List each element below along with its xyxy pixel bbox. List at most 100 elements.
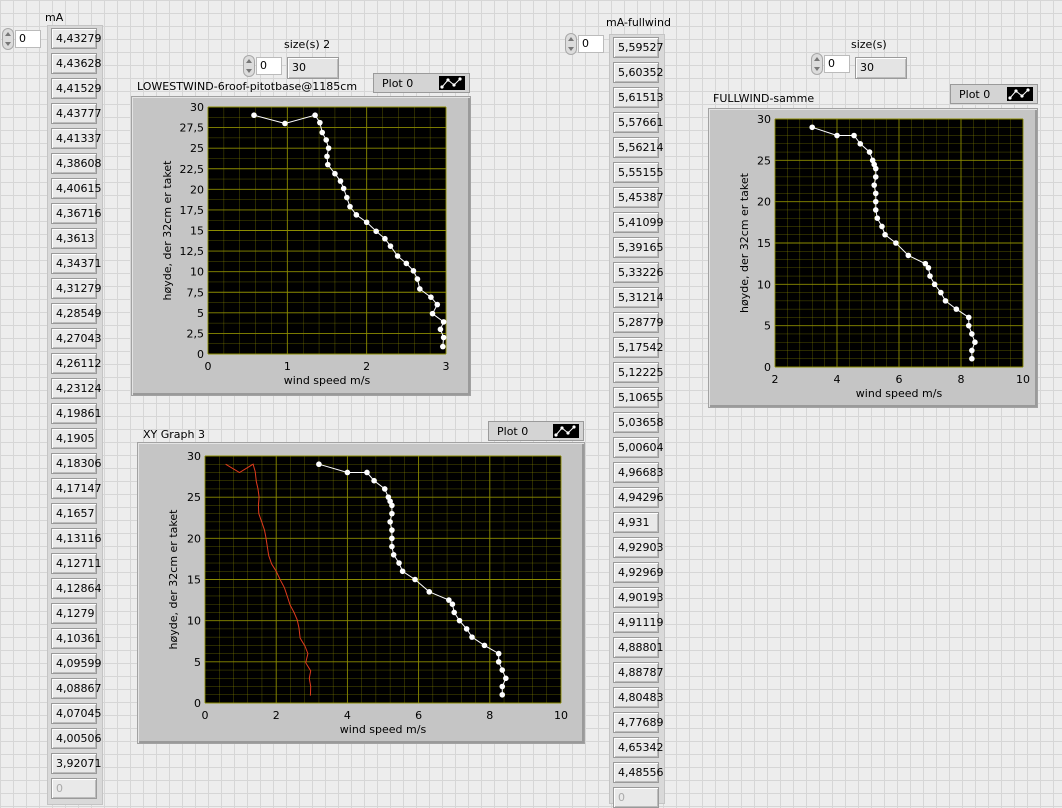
y-tick-label: 20: [187, 532, 201, 545]
array-element[interactable]: 5,61513: [613, 87, 664, 108]
increment-decrement-icon[interactable]: [2, 28, 14, 50]
array-element[interactable]: 5,33226: [613, 262, 664, 283]
increment-decrement-icon[interactable]: [811, 53, 823, 75]
x-tick-label: 2: [363, 360, 370, 373]
array-element[interactable]: 4,26112: [51, 353, 102, 374]
array-element[interactable]: 4,19861: [51, 403, 102, 424]
array-element[interactable]: 4,88801: [613, 637, 664, 658]
graph1-plot-legend[interactable]: Plot 0: [373, 73, 470, 93]
array-element[interactable]: 4,43628: [51, 53, 102, 74]
array-element[interactable]: 4,12864: [51, 578, 102, 599]
array-element[interactable]: 5,31214: [613, 287, 664, 308]
increment-decrement-icon[interactable]: [243, 55, 255, 77]
array-element[interactable]: 4,43279: [51, 28, 102, 49]
array-element[interactable]: 5,41099: [613, 212, 664, 233]
array-element[interactable]: 4,07045: [51, 703, 102, 724]
array-element[interactable]: 4,00506: [51, 728, 102, 749]
array-element[interactable]: 4,10361: [51, 628, 102, 649]
array-element[interactable]: 5,59527: [613, 37, 664, 58]
array-element[interactable]: 5,10655: [613, 387, 664, 408]
array-element[interactable]: 4,92903: [613, 537, 664, 558]
array-element[interactable]: 4,77689: [613, 712, 664, 733]
data-point: [437, 326, 444, 333]
data-point: [495, 659, 502, 665]
array-element[interactable]: 4,13116: [51, 528, 102, 549]
graph3-chart[interactable]: 0 5 10 15 20 25 30 0 2 4 6 8 10 wind speed m/s høyde, …: [137, 442, 585, 744]
left-array-index[interactable]: 0: [15, 30, 41, 48]
increment-decrement-icon[interactable]: [565, 33, 577, 55]
graph3-plot-legend[interactable]: Plot 0: [488, 421, 584, 441]
array-element[interactable]: 4,90193: [613, 587, 664, 608]
array-element[interactable]: 0: [51, 778, 97, 799]
y-tick-label: 10: [187, 615, 201, 628]
data-point: [410, 268, 417, 274]
graph1-chart[interactable]: 0 2,5 5 7,5 10 12,5 15 17,5 20 22,5 25 27,5 30 0 1 2 3 wi…: [131, 96, 471, 396]
array-element[interactable]: 4,12711: [51, 553, 102, 574]
data-point: [446, 597, 452, 603]
x-axis-label: wind speed m/s: [340, 723, 427, 736]
plot-style-icon[interactable]: [1007, 87, 1033, 101]
array-element[interactable]: 4,1279: [51, 603, 97, 624]
mid-array-index[interactable]: 0: [578, 35, 604, 53]
array-element[interactable]: 3,92071: [51, 753, 102, 774]
array-element[interactable]: 4,27043: [51, 328, 102, 349]
size-right-index[interactable]: 0: [824, 55, 850, 73]
array-element[interactable]: 4,41529: [51, 78, 102, 99]
x-tick-label: 4: [834, 373, 841, 386]
mid-array-index-control[interactable]: 0: [565, 33, 605, 55]
data-point: [373, 228, 379, 235]
array-element[interactable]: 5,03658: [613, 412, 664, 433]
array-element[interactable]: 5,56214: [613, 137, 664, 158]
array-element[interactable]: 4,38608: [51, 153, 102, 174]
plot-style-icon[interactable]: [553, 424, 579, 438]
data-point: [857, 141, 864, 147]
array-element[interactable]: 4,931: [613, 512, 659, 533]
array-element[interactable]: 4,1905: [51, 428, 97, 449]
array-element[interactable]: 4,28549: [51, 303, 102, 324]
array-element[interactable]: 4,17147: [51, 478, 102, 499]
array-element[interactable]: 4,48556: [613, 762, 664, 783]
array-element[interactable]: 5,55155: [613, 162, 664, 183]
array-element[interactable]: 5,39165: [613, 237, 664, 258]
array-element[interactable]: 5,17542: [613, 337, 664, 358]
x-tick-label: 10: [1016, 373, 1030, 386]
array-element[interactable]: 5,28779: [613, 312, 664, 333]
array-element[interactable]: 4,65342: [613, 737, 664, 758]
array-element[interactable]: 4,94296: [613, 487, 664, 508]
y-tick-label: 22,5: [180, 163, 205, 176]
array-element[interactable]: 4,18306: [51, 453, 102, 474]
array-element[interactable]: 4,31279: [51, 278, 102, 299]
data-point: [834, 132, 840, 139]
array-element[interactable]: 4,09599: [51, 653, 102, 674]
array-element[interactable]: 5,57661: [613, 112, 664, 133]
graph2-chart[interactable]: 0 5 10 15 20 25 30 2 4 6 8 10 wind speed m/s høyde, d…: [708, 108, 1038, 408]
array-element[interactable]: 4,34371: [51, 253, 102, 274]
array-element[interactable]: 5,60352: [613, 62, 664, 83]
array-element[interactable]: 5,45387: [613, 187, 664, 208]
size-left-index[interactable]: 0: [256, 57, 282, 75]
size-right-index-control[interactable]: 0: [811, 53, 851, 75]
array-element[interactable]: 4,91119: [613, 612, 664, 633]
array-element[interactable]: 4,80483: [613, 687, 664, 708]
plot-style-icon[interactable]: [439, 76, 465, 90]
x-tick-label: 2: [772, 373, 779, 386]
array-element[interactable]: 4,3613: [51, 228, 97, 249]
array-element[interactable]: 4,41337: [51, 128, 102, 149]
array-element[interactable]: 5,12225: [613, 362, 664, 383]
size-left-index-control[interactable]: 0: [243, 55, 283, 77]
array-element[interactable]: 4,43777: [51, 103, 102, 124]
graph2-plot-legend[interactable]: Plot 0: [950, 84, 1038, 104]
x-tick-label: 6: [415, 709, 422, 722]
data-point: [879, 223, 885, 230]
left-array-index-control[interactable]: 0: [2, 28, 42, 50]
array-element[interactable]: 4,08867: [51, 678, 102, 699]
array-element[interactable]: 4,1657: [51, 503, 97, 524]
array-element[interactable]: 4,88787: [613, 662, 664, 683]
array-element[interactable]: 4,23124: [51, 378, 102, 399]
array-element[interactable]: 4,96683: [613, 462, 664, 483]
array-element[interactable]: 4,92969: [613, 562, 664, 583]
array-element[interactable]: 4,40615: [51, 178, 102, 199]
array-element[interactable]: 4,36716: [51, 203, 102, 224]
size-right-label: size(s): [851, 38, 887, 51]
array-element[interactable]: 5,00604: [613, 437, 664, 458]
